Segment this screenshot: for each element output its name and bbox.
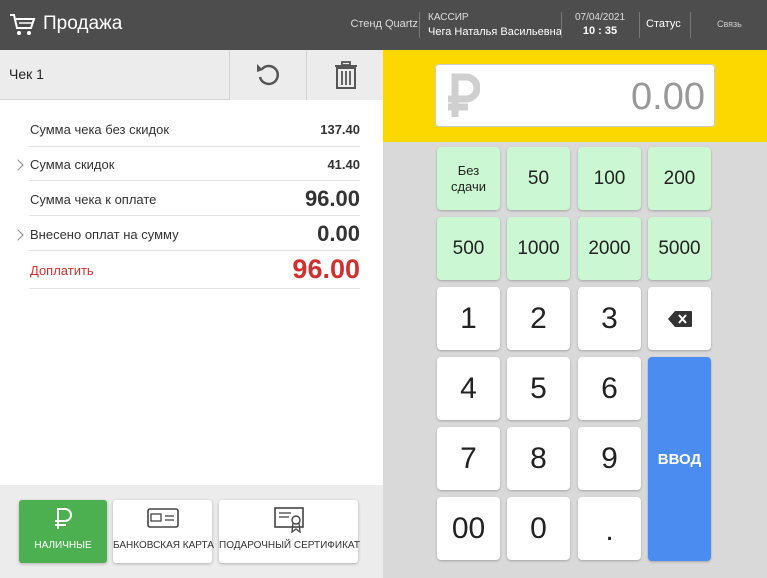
credit-card-icon — [146, 508, 179, 528]
bill-2000-button[interactable]: 2000 — [578, 217, 641, 280]
ruble-icon — [55, 508, 72, 529]
undo-button[interactable] — [229, 50, 306, 100]
due-value: 96.00 — [292, 254, 360, 284]
connection-button[interactable]: Связь — [717, 19, 742, 29]
no-change-line2: сдачи — [450, 178, 487, 194]
digit-1-key[interactable]: 1 — [437, 287, 500, 350]
digit-9-key[interactable]: 9 — [578, 427, 641, 490]
summary-label: Сумма чека без скидок — [30, 122, 170, 137]
header-divider — [690, 12, 691, 38]
summary-value: 41.40 — [327, 157, 360, 172]
receipt-panel: Чек 1 Сумма чека без скидок 137.40 Сумма… — [0, 50, 383, 578]
undo-icon — [257, 64, 280, 86]
digit-2-key[interactable]: 2 — [507, 287, 570, 350]
bill-100-button[interactable]: 100 — [578, 147, 641, 210]
stand-name: Стенд Quartz — [350, 18, 418, 30]
summary-row-paid[interactable]: Внесено оплат на сумму 0.00 — [12, 216, 360, 251]
cash-payment-button[interactable]: НАЛИЧНЫЕ — [19, 500, 107, 563]
delete-button[interactable] — [306, 50, 383, 100]
bill-1000-button[interactable]: 1000 — [507, 217, 570, 280]
certificate-icon — [273, 507, 304, 533]
bill-50-button[interactable]: 50 — [507, 147, 570, 210]
bill-500-button[interactable]: 500 — [437, 217, 500, 280]
summary-value: 96.00 — [304, 186, 360, 211]
cash-payment-label: НАЛИЧНЫЕ — [34, 540, 92, 551]
digit-6-key[interactable]: 6 — [578, 357, 641, 420]
header-divider — [639, 12, 640, 38]
digit-5-key[interactable]: 5 — [507, 357, 570, 420]
decimal-point-key[interactable]: . — [578, 497, 641, 560]
amount-input[interactable]: 0.00 — [435, 64, 715, 127]
summary-value: 137.40 — [320, 122, 360, 137]
amount-value: 0.00 — [631, 76, 705, 118]
card-payment-label: БАНКОВСКАЯ КАРТА — [113, 540, 214, 551]
backspace-key[interactable] — [648, 287, 711, 350]
cashier-role: КАССИР — [428, 12, 469, 23]
chevron-right-icon — [12, 229, 24, 241]
ruble-icon — [448, 73, 480, 117]
no-change-button[interactable]: Без сдачи — [437, 147, 500, 210]
gift-certificate-button[interactable]: ПОДАРОЧНЫЙ СЕРТИФИКАТ — [219, 500, 360, 563]
enter-button[interactable]: ВВОД — [648, 357, 711, 561]
amount-bar: 0.00 — [383, 50, 767, 142]
payment-methods: НАЛИЧНЫЕ БАНКОВСКАЯ КАРТА ПОДАРОЧНЫЙ СЕР… — [0, 485, 383, 578]
header-divider — [561, 12, 562, 38]
summary-label: Сумма скидок — [30, 157, 115, 172]
digit-0-key[interactable]: 0 — [507, 497, 570, 560]
chevron-right-icon — [12, 159, 24, 171]
digit-8-key[interactable]: 8 — [507, 427, 570, 490]
check-title: Чек 1 — [9, 66, 44, 82]
digit-4-key[interactable]: 4 — [437, 357, 500, 420]
no-change-label: Без сдачи — [451, 163, 486, 195]
gift-certificate-label: ПОДАРОЧНЫЙ СЕРТИФИКАТ — [219, 540, 360, 551]
keypad-panel: 0.00 Без сдачи 50 100 200 500 1000 2000 5… — [383, 50, 767, 578]
header-divider — [419, 12, 420, 38]
cashier-name: Чега Наталья Васильевна — [428, 26, 562, 38]
double-zero-key[interactable]: 00 — [437, 497, 500, 560]
summary-value: 0.00 — [317, 221, 360, 246]
no-change-line1: Без — [457, 162, 480, 178]
bill-200-button[interactable]: 200 — [648, 147, 711, 210]
current-time: 10 : 35 — [582, 25, 618, 37]
top-header: Продажа Стенд Quartz КАССИР Чега Наталья… — [0, 0, 767, 50]
bill-5000-button[interactable]: 5000 — [648, 217, 711, 280]
page-title: Продажа — [43, 13, 123, 34]
summary-row-to-pay: Сумма чека к оплате 96.00 — [29, 181, 360, 216]
trash-icon — [335, 61, 357, 89]
check-toolbar: Чек 1 — [0, 50, 383, 100]
digit-7-key[interactable]: 7 — [437, 427, 500, 490]
summary-row-no-discount: Сумма чека без скидок 137.40 — [29, 113, 360, 147]
digit-3-key[interactable]: 3 — [578, 287, 641, 350]
summary-row-discount[interactable]: Сумма скидок 41.40 — [12, 147, 360, 181]
summary-label: Внесено оплат на сумму — [30, 227, 179, 242]
current-date: 07/04/2021 — [574, 12, 626, 23]
summary-row-due: Доплатить 96.00 — [29, 251, 360, 289]
summary-label: Сумма чека к оплате — [30, 192, 157, 207]
due-label: Доплатить — [30, 263, 94, 278]
cart-icon — [10, 14, 36, 35]
receipt-summary: Сумма чека без скидок 137.40 Сумма скидо… — [12, 113, 360, 289]
backspace-icon — [667, 310, 692, 327]
status-button[interactable]: Статус — [646, 18, 681, 30]
card-payment-button[interactable]: БАНКОВСКАЯ КАРТА — [113, 500, 214, 563]
